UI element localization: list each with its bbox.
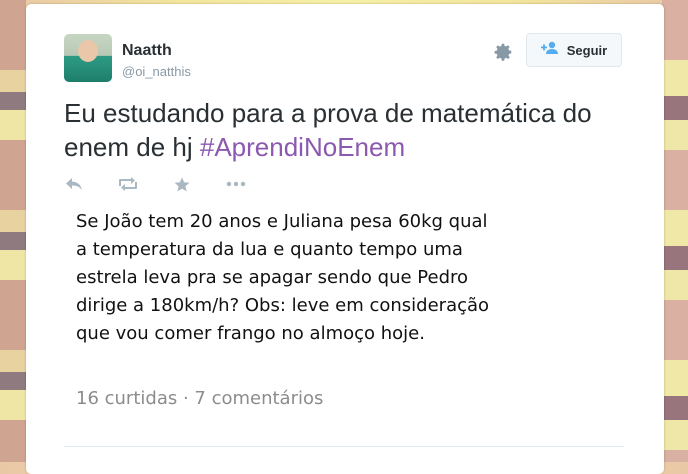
background-photo-right bbox=[662, 0, 688, 462]
follow-user-icon bbox=[540, 41, 561, 60]
gear-icon[interactable] bbox=[492, 41, 514, 63]
follow-button[interactable]: Seguir bbox=[526, 33, 622, 67]
embedded-image-post[interactable]: Se João tem 20 anos e Juliana pesa 60kg … bbox=[64, 200, 624, 438]
retweet-icon[interactable] bbox=[116, 174, 140, 194]
divider bbox=[64, 446, 624, 447]
author-name[interactable]: Naatth bbox=[122, 42, 172, 60]
follow-label: Seguir bbox=[566, 42, 608, 58]
more-icon[interactable] bbox=[224, 174, 248, 194]
embedded-post-meta: 16 curtidas · 7 comentários bbox=[76, 388, 324, 409]
avatar-face bbox=[78, 40, 98, 62]
tweet-actions bbox=[62, 174, 248, 194]
reply-icon[interactable] bbox=[62, 174, 86, 194]
tweet-card: Naatth @oi_natthis Seguir Eu estudando p… bbox=[26, 4, 664, 474]
tweet-text: Eu estudando para a prova de matemática … bbox=[64, 96, 624, 164]
background-photo-left bbox=[0, 0, 26, 462]
embedded-post-body: Se João tem 20 anos e Juliana pesa 60kg … bbox=[76, 211, 490, 344]
star-icon[interactable] bbox=[170, 174, 194, 194]
hashtag-link[interactable]: #AprendiNoEnem bbox=[200, 132, 405, 162]
author-handle[interactable]: @oi_natthis bbox=[122, 64, 191, 79]
avatar[interactable] bbox=[64, 34, 112, 82]
